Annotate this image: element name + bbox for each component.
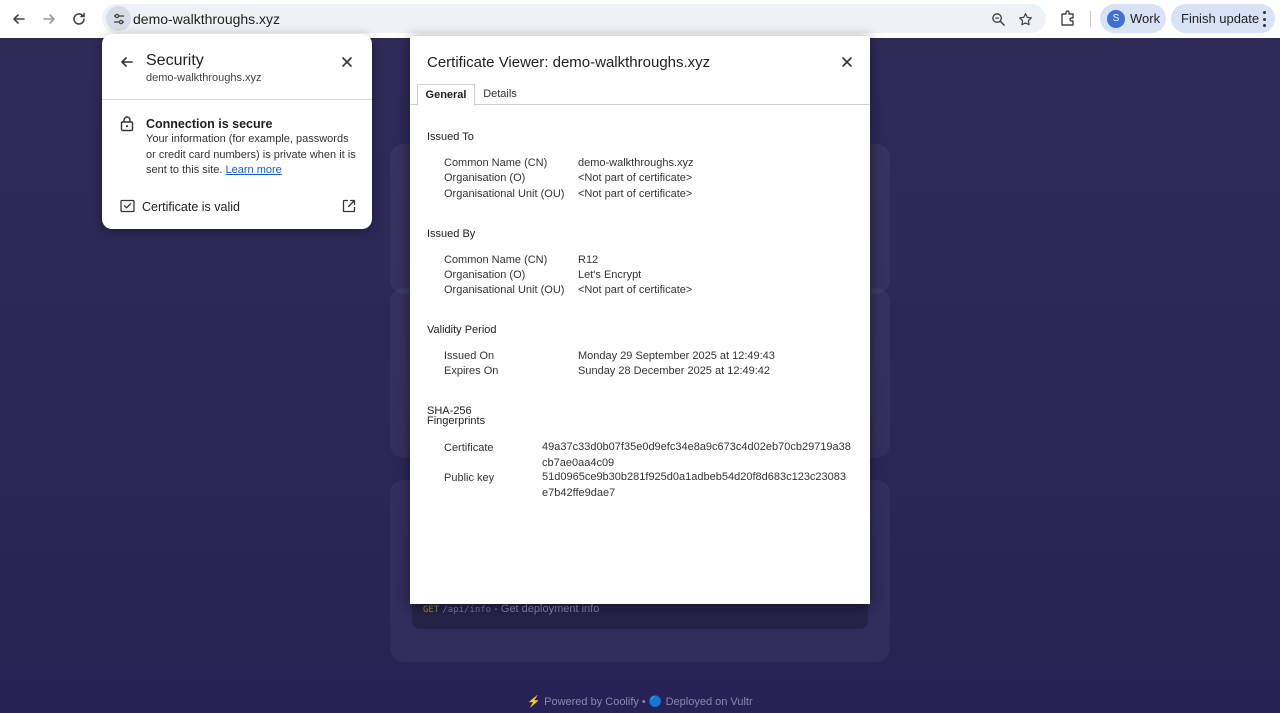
avatar: S (1107, 9, 1125, 28)
security-title: Security (146, 52, 204, 69)
puzzle-icon (1061, 10, 1074, 26)
finish-update-button[interactable]: Finish update (1171, 4, 1275, 33)
back-arrow-icon[interactable] (119, 54, 135, 70)
issued-by-cn-label: Common Name (CN) (444, 254, 548, 266)
bg-api-desc: - Get deployment info (491, 603, 600, 615)
fp-public-key-line2: e7b42ffe9dae7 (542, 487, 616, 499)
security-popup: Security demo-walkthroughs.xyz Connectio… (102, 34, 372, 229)
issued-to-ou-label: Organisational Unit (OU) (444, 188, 565, 200)
fp-certificate-line1: 49a37c33d0b07f35e0d9efc34e8a9c673c4d02eb… (542, 441, 851, 453)
issued-by-ou-value: <Not part of certificate> (578, 284, 693, 296)
fp-public-key-label: Public key (444, 472, 495, 484)
issued-to-cn-value: demo-walkthroughs.xyz (578, 157, 694, 169)
more-vert-icon (1261, 11, 1267, 27)
expires-on-label: Expires On (444, 365, 499, 377)
profile-button[interactable]: S Work (1100, 4, 1166, 33)
issued-on-label: Issued On (444, 350, 495, 362)
issued-to-heading: Issued To (427, 131, 474, 143)
issued-by-ou-label: Organisational Unit (OU) (444, 284, 565, 296)
bg-api-path: /api/info (442, 605, 492, 615)
star-icon (1018, 12, 1032, 25)
zoom-icon (991, 12, 1005, 26)
issued-by-cn-value: R12 (578, 254, 599, 266)
fingerprints-heading-line2: Fingerprints (427, 415, 486, 427)
certificate-viewer-title: Certificate Viewer: demo-walkthroughs.xy… (427, 54, 711, 71)
arrow-left-icon (13, 14, 25, 24)
certificate-viewer-dialog: Certificate Viewer: demo-walkthroughs.xy… (410, 36, 870, 604)
fp-public-key-line1: 51d0965ce9b30b281f925d0a1adbeb54d20f8d68… (542, 471, 847, 483)
reload-button[interactable] (66, 6, 92, 32)
issued-by-heading: Issued By (427, 228, 476, 240)
address-bar[interactable]: demo-walkthroughs.xyz (102, 4, 1046, 33)
connection-title: Connection is secure (146, 117, 273, 131)
toolbar-divider (1090, 11, 1091, 27)
certificate-icon (120, 199, 135, 213)
issued-on-value: Monday 29 September 2025 at 12:49:43 (578, 350, 775, 362)
url-text[interactable]: demo-walkthroughs.xyz (133, 11, 280, 27)
issued-to-o-value: <Not part of certificate> (578, 172, 693, 184)
open-in-new-icon (342, 199, 356, 213)
arrow-right-icon (43, 14, 55, 24)
tab-bar: General Details (410, 84, 870, 106)
reload-icon (73, 12, 85, 25)
bg-api-method: GET (423, 605, 440, 615)
expires-on-value: Sunday 28 December 2025 at 12:49:42 (578, 365, 771, 377)
tab-details[interactable]: Details (478, 84, 522, 105)
site-info-button[interactable] (106, 6, 131, 31)
bookmark-button[interactable] (1016, 10, 1034, 28)
zoom-button[interactable] (989, 10, 1007, 28)
validity-heading: Validity Period (427, 324, 497, 336)
extensions-button[interactable] (1058, 8, 1078, 28)
issued-to-cn-label: Common Name (CN) (444, 157, 548, 169)
bg-footer: ⚡ Powered by Coolify • 🔵 Deployed on Vul… (527, 696, 753, 708)
close-icon[interactable] (840, 55, 854, 69)
certificate-valid-row[interactable]: Certificate is valid (102, 194, 372, 220)
back-button[interactable] (6, 6, 32, 32)
divider (102, 99, 372, 100)
tune-icon (113, 13, 124, 24)
issued-to-o-label: Organisation (O) (444, 172, 526, 184)
close-icon[interactable] (340, 55, 354, 69)
issued-by-o-label: Organisation (O) (444, 269, 526, 281)
profile-name: Work (1130, 11, 1161, 26)
issued-by-o-value: Let's Encrypt (578, 269, 642, 281)
forward-button[interactable] (36, 6, 62, 32)
finish-update-label: Finish update (1181, 11, 1260, 26)
security-domain: demo-walkthroughs.xyz (146, 72, 262, 84)
fp-certificate-label: Certificate (444, 442, 494, 454)
certificate-valid-label: Certificate is valid (142, 200, 240, 214)
bg-api-line: GET /api/info - Get deployment info (423, 603, 599, 615)
lock-icon (120, 116, 134, 132)
learn-more-link[interactable]: Learn more (226, 164, 282, 176)
tab-general[interactable]: General (417, 84, 475, 106)
issued-to-ou-value: <Not part of certificate> (578, 188, 693, 200)
browser-toolbar: demo-walkthroughs.xyz S Work Finish upda… (0, 0, 1280, 38)
connection-description: Your information (for example, passwords… (146, 132, 361, 179)
